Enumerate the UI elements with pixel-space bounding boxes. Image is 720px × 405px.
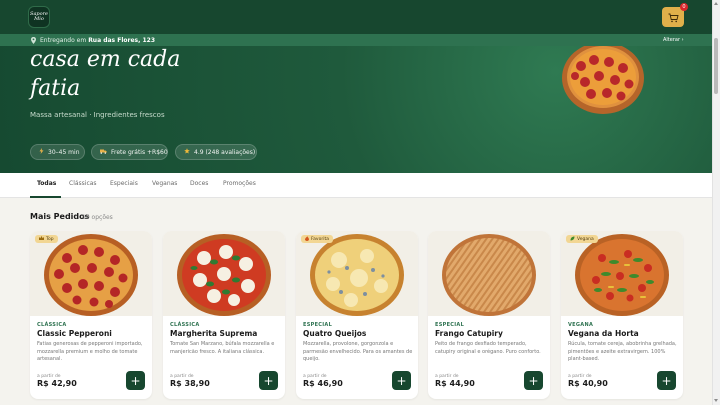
add-to-cart-button[interactable]: +: [392, 371, 411, 390]
section-title: Mais Pedidos: [30, 212, 90, 221]
section-count: 10 opções: [82, 214, 113, 221]
hero-title: casa em cada fatia: [30, 47, 181, 101]
product-badge: Favorita: [301, 235, 333, 243]
change-address-link[interactable]: Alterar ›: [663, 37, 684, 43]
cart-button[interactable]: 0: [662, 3, 688, 27]
leaf-icon: [570, 236, 575, 243]
product-name: Margherita Suprema: [170, 329, 258, 338]
scroll-down-arrow[interactable]: [714, 399, 718, 402]
plus-icon: +: [263, 373, 274, 388]
tab-especiais[interactable]: Especiais: [110, 180, 138, 187]
crown-icon: [39, 236, 44, 242]
product-price: R$ 46,90: [303, 379, 343, 388]
product-name: Classic Pepperoni: [37, 329, 112, 338]
brand-logo[interactable]: Sapore Mio: [28, 6, 50, 28]
product-description: Mozzarella, provolone, gorgonzola e parm…: [303, 341, 413, 362]
product-description: Peito de frango desfiado temperado, catu…: [435, 341, 541, 355]
product-description: Tomate San Marzano, búfala mozzarella e …: [170, 341, 275, 355]
cart-icon: [668, 8, 679, 27]
top-navbar: Sapore Mio 0: [0, 0, 712, 34]
product-price: R$ 44,90: [435, 379, 475, 388]
free-shipping-pill: Frete grátis +R$60: [91, 144, 168, 160]
plus-icon: +: [528, 373, 539, 388]
cart-count-badge: 0: [680, 3, 688, 11]
delivery-time-pill: 30–45 min: [30, 144, 85, 160]
active-tab-indicator: [30, 196, 61, 198]
product-price: R$ 40,90: [568, 379, 608, 388]
product-badge: Top: [35, 235, 58, 243]
product-image: [428, 231, 550, 316]
add-to-cart-button[interactable]: +: [126, 371, 145, 390]
product-image: [296, 231, 418, 316]
product-card[interactable]: Favorita ESPECIAL Quatro Queijos Mozzare…: [296, 231, 418, 399]
add-to-cart-button[interactable]: +: [259, 371, 278, 390]
plus-icon: +: [661, 373, 672, 388]
product-description: Rúcula, tomate cereja, abobrinha grelhad…: [568, 341, 677, 362]
product-name: Frango Catupiry: [435, 329, 503, 338]
flame-icon: [305, 235, 309, 243]
delivery-bar: Entregando em Rua das Flores, 123 Altera…: [0, 34, 712, 46]
category-tabs: Todas Clássicas Especiais Veganas Doces …: [0, 173, 712, 198]
truck-icon: [100, 149, 107, 156]
product-image: [30, 231, 152, 316]
product-description: Fatias generosas de pepperoni importado,…: [37, 341, 143, 362]
plus-icon: +: [396, 373, 407, 388]
scroll-up-arrow[interactable]: [714, 2, 718, 5]
plus-icon: +: [130, 373, 141, 388]
product-card[interactable]: CLÁSSICA Margherita Suprema Tomate San M…: [163, 231, 285, 399]
star-icon: [184, 148, 190, 156]
delivery-address: Rua das Flores, 123: [88, 36, 155, 44]
product-image: [561, 231, 683, 316]
hero-pizza-image: [562, 46, 644, 114]
tab-todas[interactable]: Todas: [37, 180, 56, 187]
tab-doces[interactable]: Doces: [190, 180, 208, 187]
product-price: R$ 42,90: [37, 379, 77, 388]
scrollbar-thumb[interactable]: [714, 38, 718, 94]
hero-subtitle: Massa artesanal · Ingredientes frescos: [30, 111, 165, 119]
product-card[interactable]: Top CLÁSSICA Classic Pepperoni Fatias ge…: [30, 231, 152, 399]
product-card[interactable]: Vegana VEGANA Vegana da Horta Rúcula, to…: [561, 231, 683, 399]
hero-banner: casa em cada fatia Massa artesanal · Ing…: [0, 46, 712, 173]
product-category: CLÁSSICA: [170, 322, 200, 328]
product-name: Quatro Queijos: [303, 329, 367, 338]
add-to-cart-button[interactable]: +: [524, 371, 543, 390]
delivery-prefix: Entregando em: [40, 36, 87, 44]
product-category: CLÁSSICA: [37, 322, 67, 328]
product-category: ESPECIAL: [303, 322, 333, 328]
tab-classicas[interactable]: Clássicas: [69, 180, 97, 187]
product-category: ESPECIAL: [435, 322, 465, 328]
location-pin-icon: [31, 36, 36, 44]
product-badge: Vegana: [566, 235, 598, 243]
tab-veganas[interactable]: Veganas: [152, 180, 177, 187]
product-image: [163, 231, 285, 316]
rating-pill: 4.9 (248 avaliações): [175, 144, 257, 160]
lightning-icon: [39, 148, 44, 156]
add-to-cart-button[interactable]: +: [657, 371, 676, 390]
product-card[interactable]: ESPECIAL Frango Catupiry Peito de frango…: [428, 231, 550, 399]
product-name: Vegana da Horta: [568, 329, 639, 338]
tab-promocoes[interactable]: Promoções: [223, 180, 256, 187]
product-category: VEGANA: [568, 322, 594, 328]
product-price: R$ 38,90: [170, 379, 210, 388]
